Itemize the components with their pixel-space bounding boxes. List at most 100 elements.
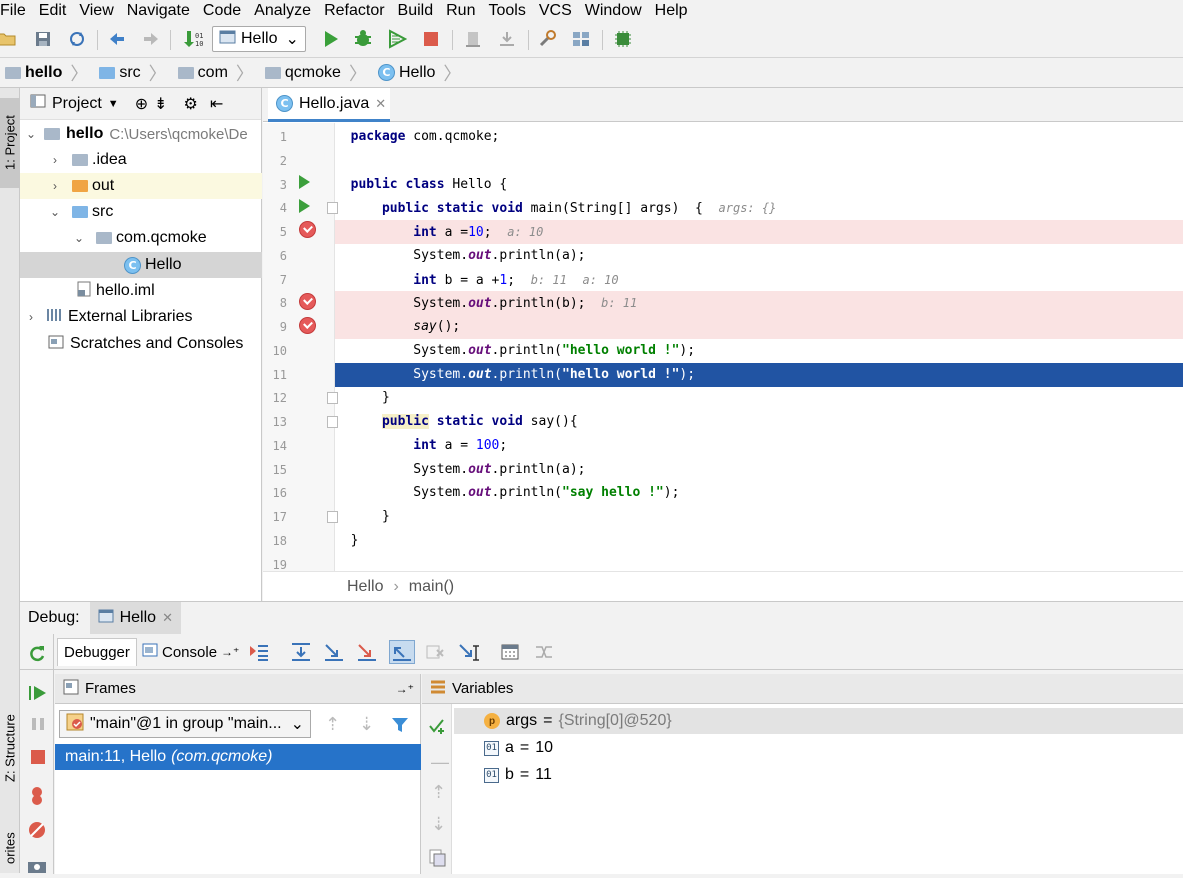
- tree-item-hello-iml[interactable]: hello.iml: [20, 278, 262, 304]
- debug-session-tab[interactable]: Hello ✕: [89, 602, 181, 634]
- tree-item-com-qcmoke[interactable]: ⌄ com.qcmoke: [20, 225, 262, 251]
- step-out-icon[interactable]: [389, 640, 415, 664]
- editor-crumb-method[interactable]: main(): [409, 578, 454, 596]
- plugin-chip-icon[interactable]: [612, 28, 634, 50]
- trace-icon[interactable]: [534, 642, 554, 666]
- menu-view[interactable]: View: [73, 0, 120, 22]
- chevron-down-icon[interactable]: ⌄: [48, 205, 62, 219]
- arrow-down-icon[interactable]: ⇣: [431, 814, 446, 835]
- code-line-5[interactable]: int a =10; a: 10: [335, 220, 1183, 244]
- chevron-right-icon[interactable]: ›: [48, 153, 62, 167]
- frame-row-selected[interactable]: main:11, Hello (com.qcmoke): [55, 744, 421, 770]
- resume-icon[interactable]: [29, 684, 47, 706]
- run-gutter-icon[interactable]: [299, 199, 310, 213]
- hide-panel-icon[interactable]: ⇤: [210, 94, 223, 114]
- menu-vcs[interactable]: VCS: [533, 0, 579, 22]
- run-gutter-icon[interactable]: [299, 175, 310, 189]
- step-over-icon[interactable]: [290, 642, 312, 666]
- close-icon[interactable]: ✕: [375, 96, 386, 112]
- filter-icon[interactable]: [391, 716, 409, 738]
- evaluate-expression-icon[interactable]: [500, 642, 520, 666]
- menu-analyze[interactable]: Analyze: [248, 0, 318, 22]
- coverage-icon[interactable]: [386, 28, 408, 50]
- breakpoint-icon[interactable]: [299, 221, 316, 238]
- editor-crumb-class[interactable]: Hello: [347, 578, 383, 596]
- code-line-15[interactable]: System.out.println(a);: [335, 458, 1183, 482]
- force-step-into-icon[interactable]: [356, 642, 378, 666]
- code-line-10[interactable]: System.out.println("hello world !");: [335, 339, 1183, 363]
- editor-gutter[interactable]: 1 2 3 4 5 6 7 8 9 10 11 12 13 14 15 16 1…: [263, 123, 338, 572]
- sync-icon[interactable]: [66, 28, 88, 50]
- project-view-select[interactable]: Project: [52, 95, 102, 113]
- view-breakpoints-icon[interactable]: [27, 786, 47, 810]
- show-execution-point-icon[interactable]: [248, 642, 270, 666]
- code-line-7[interactable]: int b = a +1; b: 11 a: 10: [335, 268, 1183, 292]
- chevron-right-icon[interactable]: ›: [24, 310, 38, 324]
- step-into-icon[interactable]: [323, 642, 345, 666]
- menu-tools[interactable]: Tools: [482, 0, 532, 22]
- variable-row-a[interactable]: 01 a = 10: [454, 735, 1183, 761]
- code-line-6[interactable]: System.out.println(a);: [335, 244, 1183, 268]
- code-line-3[interactable]: public class Hello {: [335, 173, 1183, 197]
- breakpoint-icon[interactable]: [299, 317, 316, 334]
- tree-item-out[interactable]: › out: [20, 173, 262, 199]
- mute-breakpoints-icon[interactable]: [27, 820, 47, 844]
- chevron-down-icon[interactable]: ⌄: [72, 231, 86, 245]
- code-line-19[interactable]: [335, 553, 1183, 571]
- tree-item-hello[interactable]: ⌄ hello C:\Users\qcmoke\De: [20, 121, 262, 147]
- camera-icon[interactable]: [27, 858, 47, 878]
- close-icon[interactable]: ✕: [162, 610, 173, 626]
- collapse-all-icon[interactable]: ⇟: [154, 94, 167, 114]
- build-icon[interactable]: 01 10: [182, 28, 204, 50]
- editor-tab-hello-java[interactable]: C Hello.java ✕: [268, 88, 390, 122]
- locate-icon[interactable]: ⊕: [135, 94, 148, 114]
- save-icon[interactable]: [32, 28, 54, 50]
- console-tab[interactable]: Console →⁺: [136, 638, 245, 666]
- menu-run[interactable]: Run: [440, 0, 482, 22]
- menu-edit[interactable]: Edit: [33, 0, 74, 22]
- code-line-18[interactable]: }: [335, 529, 1183, 553]
- forward-arrow-icon[interactable]: [140, 28, 162, 50]
- gear-icon[interactable]: ⚙: [184, 94, 198, 114]
- thread-select[interactable]: "main"@1 in group "main... ⌄: [59, 710, 311, 738]
- code-line-4[interactable]: public static void main(String[] args) {…: [335, 196, 1183, 220]
- tree-item-src[interactable]: ⌄ src: [20, 199, 262, 225]
- stop-icon[interactable]: [29, 748, 47, 770]
- tree-item-hello-class[interactable]: C Hello: [20, 252, 262, 278]
- run-to-cursor-icon[interactable]: [458, 642, 480, 666]
- favorites-tool-tab[interactable]: orites: [0, 823, 20, 873]
- breakpoint-icon[interactable]: [299, 293, 316, 310]
- debug-icon[interactable]: [352, 28, 374, 50]
- code-line-9[interactable]: say();: [335, 315, 1183, 339]
- run-config-select[interactable]: Hello ⌄: [212, 26, 306, 52]
- code-line-16[interactable]: System.out.println("say hello !");: [335, 481, 1183, 505]
- code-line-1[interactable]: package com.qcmoke;: [335, 125, 1183, 149]
- update-project-icon[interactable]: [462, 28, 484, 50]
- tree-item-external-libraries[interactable]: › External Libraries: [20, 304, 262, 330]
- code-line-17[interactable]: }: [335, 505, 1183, 529]
- menu-code[interactable]: Code: [197, 0, 248, 22]
- commit-icon[interactable]: [496, 28, 518, 50]
- debugger-tab[interactable]: Debugger: [57, 638, 137, 666]
- breadcrumb-hello[interactable]: hello 〉: [0, 58, 94, 88]
- menu-build[interactable]: Build: [392, 0, 441, 22]
- open-folder-icon[interactable]: [0, 28, 18, 50]
- pin-arrow-icon[interactable]: →⁺: [396, 682, 414, 696]
- settings-wrench-icon[interactable]: [536, 28, 558, 50]
- code-line-12[interactable]: }: [335, 386, 1183, 410]
- menu-file[interactable]: File: [0, 0, 33, 22]
- project-structure-icon[interactable]: [570, 28, 592, 50]
- breadcrumb-hello-class[interactable]: C Hello 〉: [373, 58, 467, 88]
- back-arrow-icon[interactable]: [106, 28, 128, 50]
- menu-navigate[interactable]: Navigate: [121, 0, 197, 22]
- menu-help[interactable]: Help: [649, 0, 695, 22]
- variable-row-args[interactable]: p args = {String[0]@520}: [454, 708, 1183, 734]
- project-tool-tab[interactable]: 1: Project: [0, 98, 20, 188]
- menu-window[interactable]: Window: [579, 0, 649, 22]
- copy-icon[interactable]: [429, 849, 447, 871]
- drop-frame-icon[interactable]: [425, 642, 447, 666]
- pause-icon[interactable]: [30, 716, 46, 736]
- code-line-14[interactable]: int a = 100;: [335, 434, 1183, 458]
- code-line-11-current[interactable]: System.out.println("hello world !");: [335, 363, 1183, 387]
- code-line-2[interactable]: [335, 149, 1183, 173]
